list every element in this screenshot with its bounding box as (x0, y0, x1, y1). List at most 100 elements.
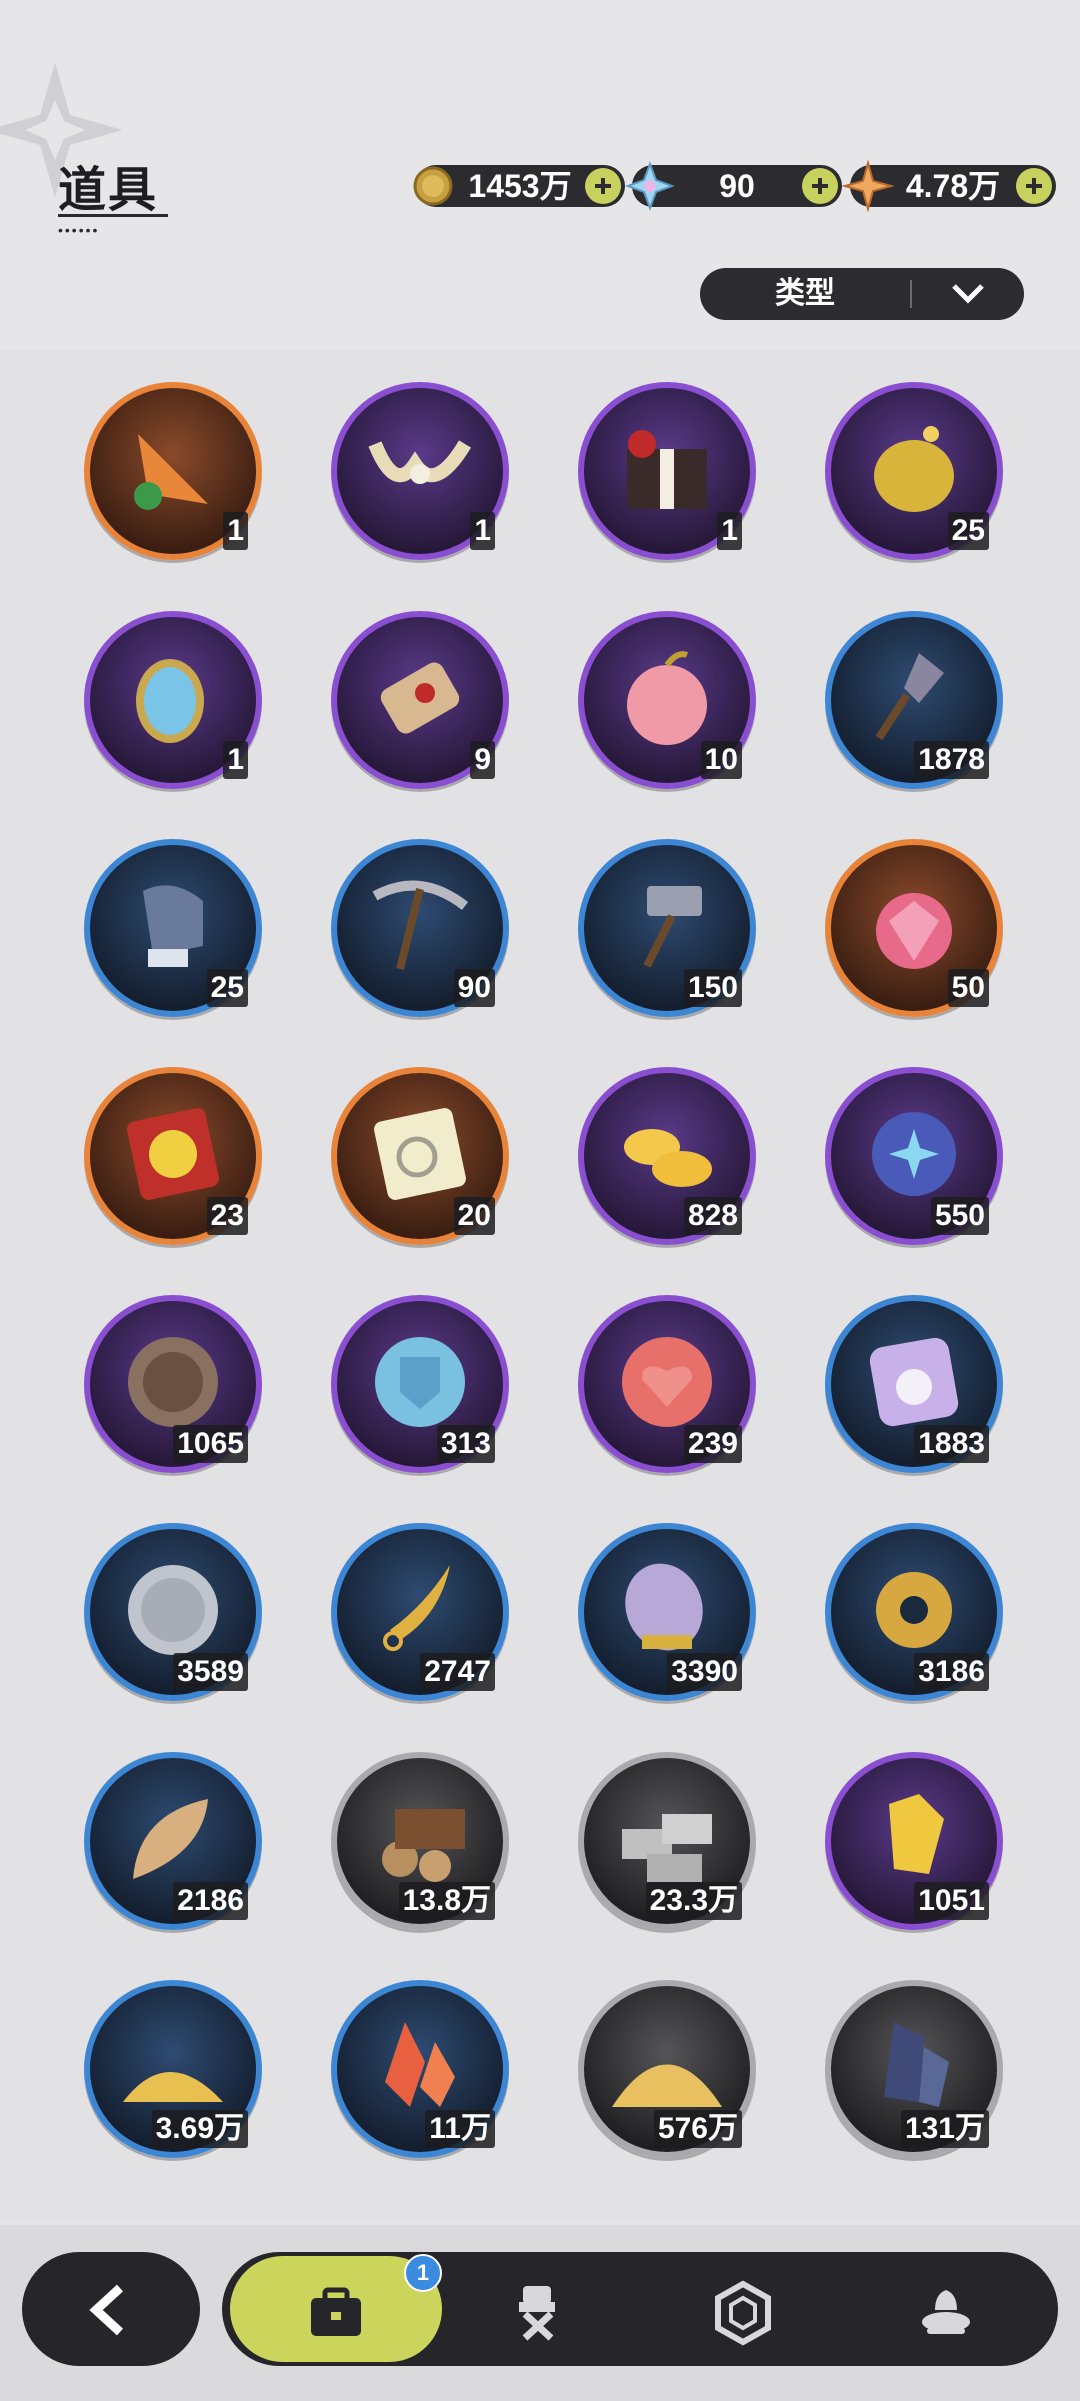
item-slot[interactable]: 1051 (825, 1752, 1003, 1930)
page-title: 道具 (58, 164, 159, 217)
item-slot[interactable]: 90 (331, 839, 509, 1017)
add-crystal-button[interactable] (802, 168, 838, 204)
item-slot[interactable]: 1 (578, 382, 756, 560)
add-gold-button[interactable] (585, 168, 621, 204)
item-slot[interactable]: 3589 (84, 1523, 262, 1701)
item-count: 23.3万 (645, 1882, 742, 1920)
item-slot[interactable]: 25 (84, 839, 262, 1017)
item-slot[interactable]: 576万 (578, 1980, 756, 2158)
item-count: 550 (930, 1197, 989, 1235)
gift-box-icon (627, 430, 707, 509)
currency-star-value: 4.78万 (905, 168, 1001, 204)
currency-star[interactable]: 4.78万 (842, 160, 1056, 212)
currency-gold-value: 1453万 (468, 168, 572, 204)
item-slot[interactable]: 550 (825, 1067, 1003, 1245)
item-slot[interactable]: 313 (331, 1295, 509, 1473)
item-count: 131万 (900, 2110, 989, 2148)
gold-coin-icon (413, 166, 453, 206)
item-slot[interactable]: 13.8万 (331, 1752, 509, 1930)
horn-ornament-icon (368, 440, 472, 484)
item-count: 1 (223, 741, 248, 779)
item-count: 25 (947, 512, 989, 550)
item-count: 1065 (173, 1425, 248, 1463)
item-count: 313 (436, 1425, 495, 1463)
item-slot[interactable]: 2747 (331, 1523, 509, 1701)
item-slot[interactable]: 828 (578, 1067, 756, 1245)
item-count: 1883 (914, 1425, 989, 1463)
item-grid: 1 1 1 25 1 9 10 1878 25 90 150 50 23 20 828 550 1065 313 2… (0, 350, 1080, 2220)
item-slot[interactable]: 23.3万 (578, 1752, 756, 1930)
four-point-star-icon (842, 160, 894, 212)
item-count: 1 (223, 512, 248, 550)
item-count: 3186 (914, 1653, 989, 1691)
item-slot[interactable]: 23 (84, 1067, 262, 1245)
plus-icon (1026, 178, 1042, 194)
item-slot[interactable]: 3390 (578, 1523, 756, 1701)
item-count: 828 (683, 1197, 742, 1235)
item-count: 3390 (667, 1653, 742, 1691)
item-slot[interactable]: 1065 (84, 1295, 262, 1473)
dessert-icon[interactable] (913, 2280, 979, 2346)
chef-tool-icon[interactable] (505, 2280, 571, 2346)
bag-icon (311, 2287, 361, 2336)
title-dots: •••••• (58, 222, 100, 238)
item-slot[interactable]: 239 (578, 1295, 756, 1473)
item-slot[interactable]: 1883 (825, 1295, 1003, 1473)
star-crystal-icon (625, 161, 675, 211)
hexagon-icon[interactable] (710, 2280, 776, 2346)
scroll-icon (380, 662, 460, 734)
item-count: 2747 (420, 1653, 495, 1691)
item-slot[interactable]: 1 (331, 382, 509, 560)
plus-icon (812, 178, 828, 194)
item-count: 9 (470, 741, 495, 779)
item-count: 150 (683, 969, 742, 1007)
item-slot[interactable]: 3186 (825, 1523, 1003, 1701)
item-count: 1878 (914, 741, 989, 779)
item-count: 13.8万 (398, 1882, 495, 1920)
back-button[interactable] (22, 2252, 200, 2366)
currency-crystal[interactable]: 90 (625, 161, 842, 211)
item-count: 3589 (173, 1653, 248, 1691)
item-count: 1 (470, 512, 495, 550)
item-slot[interactable]: 20 (331, 1067, 509, 1245)
item-slot[interactable]: 3.69万 (84, 1980, 262, 2158)
chevron-down-icon (952, 284, 984, 304)
magic-mirror-icon (136, 659, 204, 743)
item-slot[interactable]: 1 (84, 382, 262, 560)
chevron-left-icon (89, 2284, 124, 2336)
item-slot[interactable]: 2186 (84, 1752, 262, 1930)
item-count: 1051 (914, 1882, 989, 1920)
filter-separator (910, 280, 912, 308)
item-count: 50 (947, 969, 989, 1007)
item-count: 25 (206, 969, 248, 1007)
item-count: 23 (206, 1197, 248, 1235)
item-slot[interactable]: 25 (825, 382, 1003, 560)
item-count: 1 (717, 512, 742, 550)
item-count: 576万 (653, 2110, 742, 2148)
item-count: 3.69万 (151, 2110, 248, 2148)
item-slot[interactable]: 10 (578, 611, 756, 789)
item-count: 90 (453, 969, 495, 1007)
item-slot[interactable]: 150 (578, 839, 756, 1017)
item-count: 2186 (173, 1882, 248, 1920)
filter-label: 类型 (775, 277, 835, 310)
item-slot[interactable]: 1878 (825, 611, 1003, 789)
plus-icon (595, 178, 611, 194)
title-underline (58, 214, 168, 217)
currency-crystal-value: 90 (719, 168, 755, 204)
item-count: 11万 (425, 2110, 495, 2148)
item-count: 20 (453, 1197, 495, 1235)
add-star-button[interactable] (1016, 168, 1052, 204)
item-slot[interactable]: 1 (84, 611, 262, 789)
carrot-drill-icon (134, 434, 208, 510)
item-slot[interactable]: 11万 (331, 1980, 509, 2158)
item-slot[interactable]: 131万 (825, 1980, 1003, 2158)
currency-gold[interactable]: 1453万 (413, 165, 625, 207)
notification-badge: 1 (404, 2254, 442, 2292)
item-count: 239 (683, 1425, 742, 1463)
header: 道具 •••••• 1453万 90 4.78万 类型 (0, 0, 1080, 350)
item-slot[interactable]: 9 (331, 611, 509, 789)
type-filter-dropdown[interactable]: 类型 (700, 268, 1024, 320)
item-slot[interactable]: 50 (825, 839, 1003, 1017)
item-count: 10 (700, 741, 742, 779)
